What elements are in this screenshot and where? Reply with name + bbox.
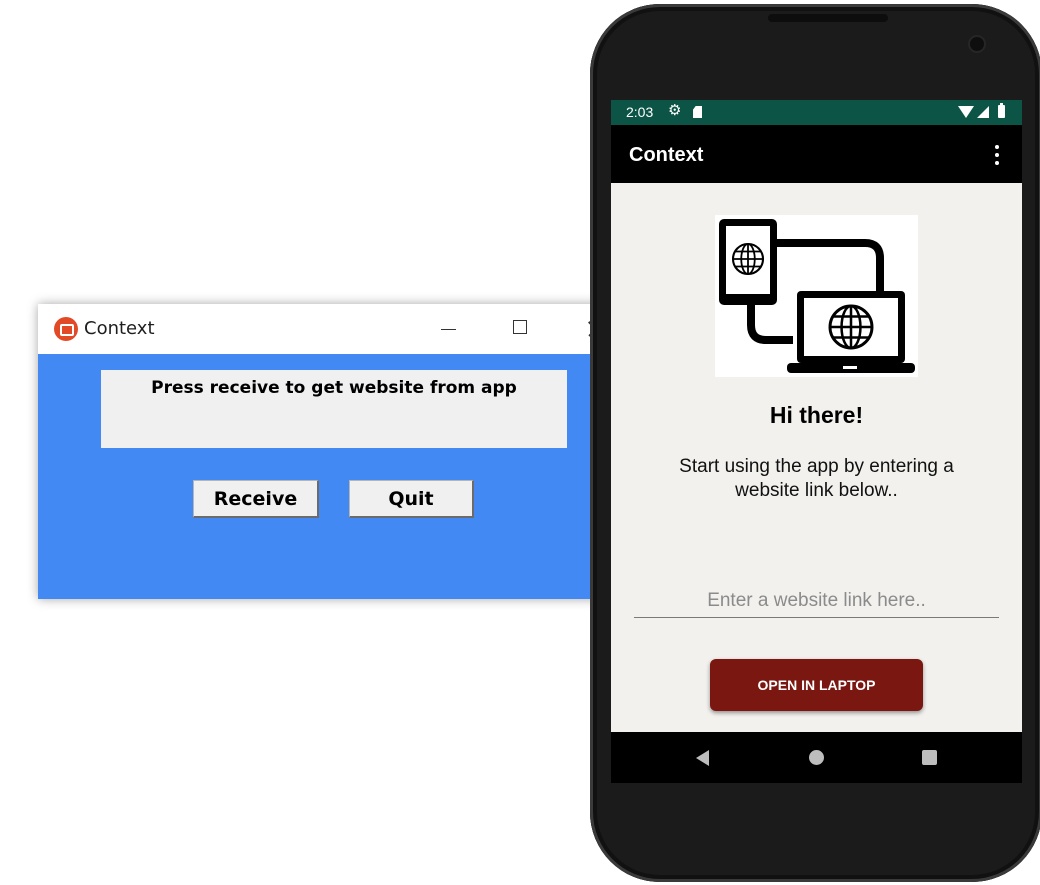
greeting-heading: Hi there! (769, 402, 864, 428)
intro-text: Start using the app by entering a websit… (679, 456, 954, 501)
phone-screen: 2:03 ⚙ Context Hi there! Start using the… (611, 100, 1022, 783)
app-title: Context (629, 144, 704, 166)
recents-icon[interactable] (922, 750, 937, 765)
receive-button[interactable]: Receive (193, 480, 319, 518)
desktop-window: Context Press receive to get website fro… (38, 304, 631, 599)
open-in-laptop-button[interactable]: OPEN IN LAPTOP (710, 659, 923, 711)
app-logo-icon (54, 317, 78, 341)
maximize-icon[interactable] (485, 304, 555, 354)
status-bar: 2:03 ⚙ (611, 100, 1022, 125)
front-camera (970, 37, 984, 51)
website-link-input[interactable] (634, 585, 999, 618)
minimize-icon[interactable] (413, 304, 483, 354)
battery-icon (998, 103, 1005, 118)
window-title: Context (84, 318, 155, 339)
app-bar: Context (611, 125, 1022, 183)
signal-icon (977, 106, 989, 118)
devices-globe-icon (715, 215, 918, 377)
wifi-icon (958, 106, 974, 118)
window-title-bar[interactable]: Context (38, 304, 631, 354)
navigation-bar (611, 732, 1022, 783)
devices-globe-illustration (719, 219, 915, 373)
back-icon[interactable] (696, 750, 709, 766)
sd-card-icon (693, 106, 702, 118)
gear-icon: ⚙ (668, 102, 682, 119)
status-time: 2:03 (626, 104, 654, 120)
instruction-label: Press receive to get website from app (101, 370, 567, 448)
overflow-menu-icon[interactable] (995, 145, 999, 165)
quit-button[interactable]: Quit (349, 480, 474, 518)
speaker-grille (768, 14, 888, 22)
home-icon[interactable] (809, 750, 824, 765)
